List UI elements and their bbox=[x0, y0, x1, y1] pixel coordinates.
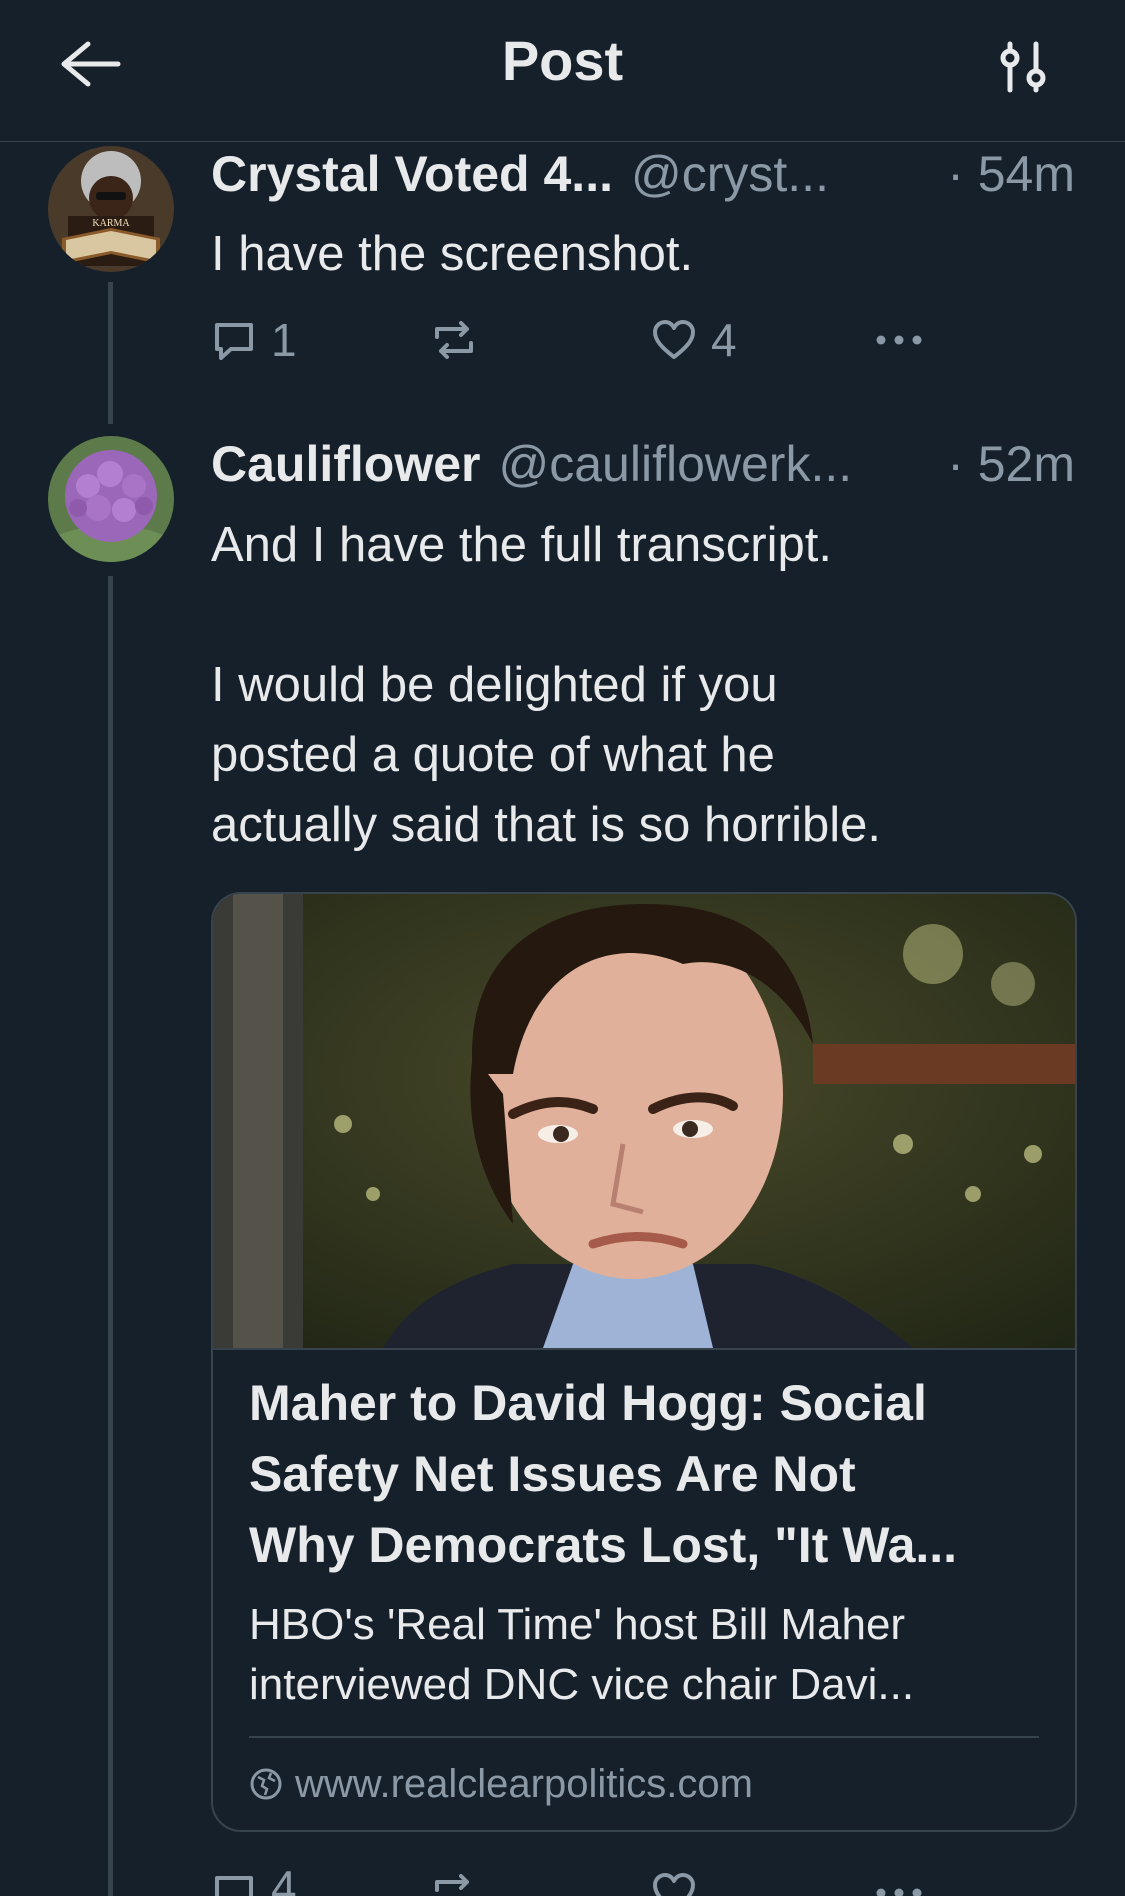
tweet-text-line: posted a quote of what he bbox=[211, 728, 775, 782]
author-handle[interactable]: @cauliflowerk... bbox=[498, 434, 947, 494]
retweet-icon bbox=[435, 1874, 469, 1892]
reply-count: 1 bbox=[271, 314, 297, 366]
thread-connector bbox=[108, 576, 113, 1896]
settings-sliders-icon[interactable] bbox=[996, 38, 1052, 96]
reply-icon bbox=[215, 323, 253, 360]
like-count: 4 bbox=[711, 314, 737, 366]
top-bar: Post bbox=[0, 0, 1125, 142]
card-description: HBO's 'Real Time' host Bill Maher interv… bbox=[249, 1595, 1039, 1715]
link-preview-card[interactable]: Maher to David Hogg: Social Safety Net I… bbox=[211, 892, 1077, 1832]
card-title: Maher to David Hogg: Social Safety Net I… bbox=[249, 1368, 1039, 1581]
retweet-icon bbox=[435, 321, 473, 359]
timestamp[interactable]: · 54m bbox=[947, 144, 1075, 204]
link-preview-image bbox=[213, 894, 1075, 1348]
tweet-text: And I have the full transcript. I would … bbox=[211, 510, 1075, 860]
heart-icon bbox=[653, 1873, 695, 1896]
tweet-text-line: actually said that is so horrible. bbox=[211, 798, 881, 852]
card-divider bbox=[249, 1736, 1039, 1738]
reply-button[interactable]: 4 bbox=[211, 1864, 297, 1896]
more-dots-icon bbox=[876, 335, 922, 345]
author-name[interactable]: Cauliflower bbox=[211, 434, 480, 494]
thread-connector bbox=[108, 282, 113, 424]
card-domain: www.realclearpolitics.com bbox=[249, 1754, 753, 1814]
tweet-text: I have the screenshot. bbox=[211, 227, 694, 281]
card-image-divider bbox=[213, 1348, 1075, 1350]
more-dots-icon bbox=[876, 1888, 922, 1896]
card-description-line: interviewed DNC vice chair Davi... bbox=[249, 1660, 915, 1709]
tweet-header: Cauliflower @cauliflowerk... · 52m bbox=[211, 434, 1075, 494]
tweet-header: Crystal Voted 4... @cryst... · 54m bbox=[211, 144, 1075, 204]
reply-button[interactable]: 1 bbox=[211, 312, 297, 368]
card-description-line: HBO's 'Real Time' host Bill Maher bbox=[249, 1600, 906, 1649]
more-options-button[interactable] bbox=[871, 1864, 927, 1896]
globe-icon bbox=[250, 1768, 282, 1800]
avatar[interactable]: KARMA bbox=[48, 146, 174, 272]
reply-count: 4 bbox=[271, 1864, 297, 1896]
retweet-button[interactable] bbox=[431, 312, 477, 368]
tweet-text-line: I would be delighted if you bbox=[211, 658, 778, 712]
more-options-button[interactable] bbox=[871, 312, 927, 368]
page-title: Post bbox=[501, 29, 624, 92]
reply-icon bbox=[215, 1876, 253, 1896]
card-title-line: Why Democrats Lost, "It Wa... bbox=[249, 1517, 958, 1573]
avatar[interactable] bbox=[48, 436, 174, 562]
tweet-text-line: And I have the full transcript. bbox=[211, 518, 832, 572]
author-handle[interactable]: @cryst... bbox=[631, 144, 947, 204]
retweet-button[interactable] bbox=[431, 1864, 477, 1896]
card-title-line: Maher to David Hogg: Social bbox=[249, 1375, 927, 1431]
like-button[interactable]: 4 bbox=[651, 312, 737, 368]
tweet-text-blank-line bbox=[211, 580, 1075, 650]
timestamp[interactable]: · 52m bbox=[947, 434, 1075, 494]
avatar-badge: KARMA bbox=[92, 218, 130, 229]
tweet-actions: 1 4 bbox=[211, 312, 931, 368]
like-button[interactable] bbox=[651, 1864, 697, 1896]
card-domain-text: www.realclearpolitics.com bbox=[295, 1761, 753, 1806]
heart-icon bbox=[653, 320, 695, 359]
author-name[interactable]: Crystal Voted 4... bbox=[211, 144, 613, 204]
card-text: Maher to David Hogg: Social Safety Net I… bbox=[249, 1368, 1039, 1715]
tweet-actions: 4 bbox=[211, 1864, 931, 1896]
card-title-line: Safety Net Issues Are Not bbox=[249, 1446, 856, 1502]
